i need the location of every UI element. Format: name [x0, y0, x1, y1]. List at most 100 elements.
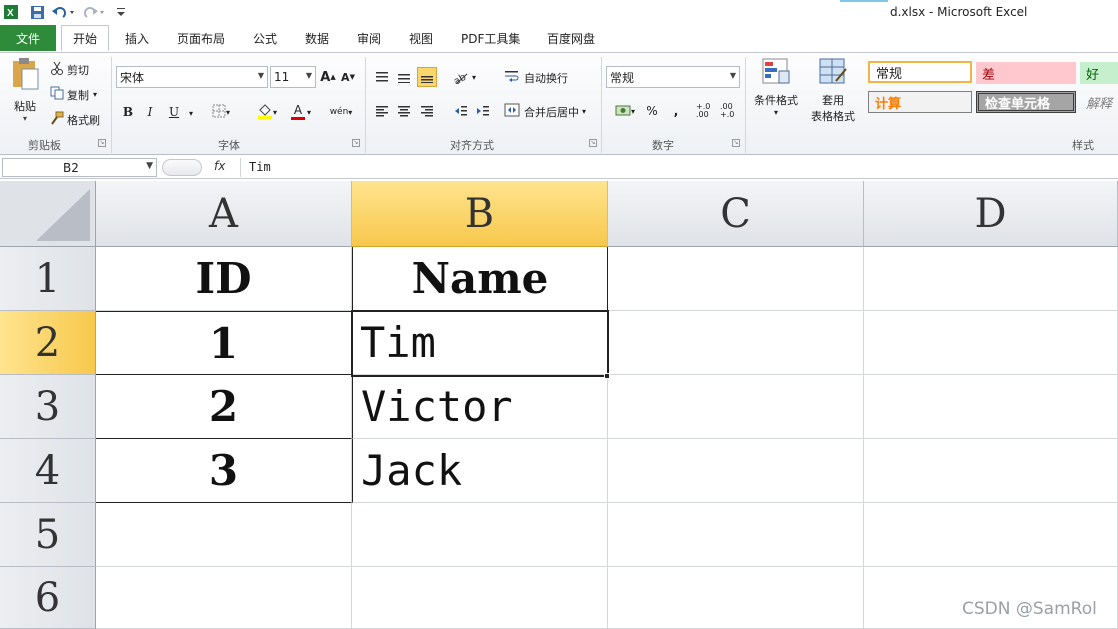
- cell-c6[interactable]: [608, 567, 864, 629]
- row-header-2[interactable]: 2: [0, 311, 96, 375]
- align-top-icon[interactable]: [372, 67, 392, 87]
- tab-review[interactable]: 审阅: [357, 25, 381, 51]
- bold-button[interactable]: B: [118, 102, 138, 122]
- increase-decimal-button[interactable]: +.0 .00: [696, 101, 718, 121]
- copy-button[interactable]: 复制 ▾: [50, 86, 97, 103]
- font-size-combo[interactable]: 11 ▼: [270, 66, 316, 88]
- insert-function-icon[interactable]: fx: [214, 159, 225, 173]
- tab-formulas[interactable]: 公式: [253, 25, 277, 51]
- cell-d2[interactable]: [864, 311, 1118, 375]
- formula-bar-grip-icon[interactable]: [162, 159, 202, 176]
- tab-home[interactable]: 开始: [61, 25, 109, 51]
- style-normal[interactable]: 常规: [868, 61, 972, 83]
- style-good[interactable]: 好: [1080, 62, 1118, 84]
- cell-b4[interactable]: Jack: [352, 439, 608, 503]
- cell-d4[interactable]: [864, 439, 1118, 503]
- alignment-launcher-icon[interactable]: ↘: [589, 139, 597, 147]
- cell-c3[interactable]: [608, 375, 864, 439]
- tab-data[interactable]: 数据: [305, 25, 329, 51]
- cell-a6[interactable]: [96, 567, 352, 629]
- cell-d5[interactable]: [864, 503, 1118, 567]
- comma-button[interactable]: ,: [666, 101, 686, 121]
- number-format-combo[interactable]: 常规 ▼: [606, 66, 740, 88]
- phonetic-button[interactable]: wén ▾: [326, 102, 356, 122]
- undo-icon[interactable]: [50, 3, 76, 21]
- font-name-combo[interactable]: 宋体 ▼: [116, 66, 268, 88]
- align-middle-icon[interactable]: [394, 67, 414, 87]
- tab-file[interactable]: 文件: [0, 25, 56, 51]
- column-header-b[interactable]: B: [352, 181, 608, 247]
- style-bad[interactable]: 差: [976, 62, 1076, 84]
- tab-insert[interactable]: 插入: [125, 25, 149, 51]
- column-header-d[interactable]: D: [864, 181, 1118, 247]
- orientation-icon[interactable]: ab ▾: [450, 67, 478, 87]
- row-header-4[interactable]: 4: [0, 439, 96, 503]
- shrink-font-button[interactable]: A ▼: [338, 67, 358, 87]
- format-painter-button[interactable]: 格式刷: [50, 111, 100, 128]
- select-all-corner[interactable]: [0, 181, 96, 247]
- align-bottom-icon[interactable]: [417, 67, 437, 87]
- font-launcher-icon[interactable]: ↘: [352, 139, 360, 147]
- align-left-icon[interactable]: [372, 101, 392, 121]
- cell-d1[interactable]: [864, 247, 1118, 311]
- row-header-3[interactable]: 3: [0, 375, 96, 439]
- decrease-indent-icon[interactable]: [451, 101, 471, 121]
- paste-button[interactable]: 粘贴 ▾: [8, 57, 42, 137]
- format-as-table-button[interactable]: 套用 表格格式: [804, 57, 862, 137]
- cell-c5[interactable]: [608, 503, 864, 567]
- style-explanatory[interactable]: 解释: [1080, 91, 1118, 113]
- cell-b1[interactable]: Name: [352, 247, 608, 311]
- percent-button[interactable]: %: [642, 101, 662, 121]
- tab-pdf-tools[interactable]: PDF工具集: [461, 25, 520, 51]
- merge-center-button[interactable]: 合并后居中 ▾: [504, 103, 586, 120]
- cell-a4[interactable]: 3: [96, 439, 352, 503]
- underline-dropdown-icon[interactable]: ▾: [181, 103, 201, 123]
- customize-toolbar-icon[interactable]: [114, 3, 128, 21]
- column-header-a[interactable]: A: [96, 181, 352, 247]
- wrap-text-button[interactable]: 自动换行: [504, 69, 568, 86]
- title-accent: [840, 0, 888, 2]
- cell-a5[interactable]: [96, 503, 352, 567]
- italic-button[interactable]: I: [140, 102, 160, 122]
- conditional-formatting-button[interactable]: 条件格式 ▾: [750, 57, 802, 137]
- style-calculation[interactable]: 计算: [868, 91, 972, 113]
- cell-b3[interactable]: Victor: [352, 375, 608, 439]
- tab-view[interactable]: 视图: [409, 25, 433, 51]
- cell-a2[interactable]: 1: [96, 311, 352, 375]
- fill-color-button[interactable]: ▾: [250, 102, 284, 122]
- decrease-decimal-button[interactable]: .00 +.0: [720, 101, 742, 121]
- font-color-button[interactable]: A ▾: [284, 102, 318, 122]
- grow-font-button[interactable]: A ▲: [318, 67, 338, 87]
- row-header-6[interactable]: 6: [0, 567, 96, 629]
- cell-a1[interactable]: ID: [96, 247, 352, 311]
- column-header-c[interactable]: C: [608, 181, 864, 247]
- tab-page-layout[interactable]: 页面布局: [177, 25, 225, 51]
- increase-indent-icon[interactable]: [473, 101, 493, 121]
- redo-icon[interactable]: [80, 3, 106, 21]
- number-launcher-icon[interactable]: ↘: [732, 139, 740, 147]
- format-as-table-label-2: 表格格式: [811, 110, 855, 123]
- align-center-icon[interactable]: [394, 101, 414, 121]
- clipboard-launcher-icon[interactable]: ↘: [98, 139, 106, 147]
- cut-button[interactable]: 剪切: [50, 61, 89, 78]
- row-header-1[interactable]: 1: [0, 247, 96, 311]
- cell-c2[interactable]: [608, 311, 864, 375]
- name-box[interactable]: B2 ▼: [2, 158, 157, 177]
- formula-input[interactable]: Tim: [240, 158, 1116, 177]
- cell-c1[interactable]: [608, 247, 864, 311]
- row-header-5[interactable]: 5: [0, 503, 96, 567]
- fill-handle[interactable]: [604, 373, 610, 379]
- cell-c4[interactable]: [608, 439, 864, 503]
- accounting-format-button[interactable]: ▾: [610, 101, 640, 121]
- cell-a3[interactable]: 2: [96, 375, 352, 439]
- tab-baidu-netdisk[interactable]: 百度网盘: [547, 25, 595, 51]
- align-right-icon[interactable]: [417, 101, 437, 121]
- svg-text:X: X: [7, 8, 14, 19]
- cell-b5[interactable]: [352, 503, 608, 567]
- style-check-cell[interactable]: 检查单元格: [976, 91, 1076, 113]
- cell-b6[interactable]: [352, 567, 608, 629]
- cell-d6[interactable]: [864, 567, 1118, 629]
- borders-button[interactable]: ▾: [204, 102, 238, 122]
- save-icon[interactable]: [28, 3, 46, 21]
- cell-d3[interactable]: [864, 375, 1118, 439]
